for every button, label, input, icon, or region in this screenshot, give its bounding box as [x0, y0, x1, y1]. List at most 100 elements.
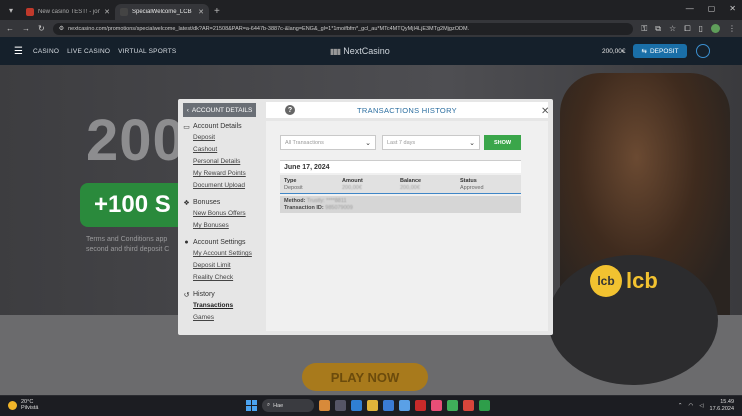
sidebar-group-account-details: ▭ Account Details Deposit Cashout Person… — [183, 121, 263, 192]
extensions-icon[interactable]: ⧠ — [684, 24, 690, 34]
show-button[interactable]: SHOW — [484, 135, 521, 150]
account-details-back-button[interactable]: ‹ ACCOUNT DETAILS — [183, 103, 256, 117]
lcb-text: lcb — [626, 268, 658, 293]
sidebar-item-cashout[interactable]: Cashout — [193, 144, 263, 156]
volume-icon[interactable]: ◁ — [699, 403, 703, 409]
sidebar-item-transactions[interactable]: Transactions — [193, 300, 263, 312]
sidebar-item-reward-points[interactable]: My Reward Points — [193, 168, 263, 180]
app-icon[interactable] — [431, 400, 442, 411]
sidebar-item-document-upload[interactable]: Document Upload — [193, 180, 263, 192]
sidebar-heading-label: History — [193, 291, 215, 298]
deposit-button[interactable]: ⇆ DEPOSIT — [633, 44, 687, 58]
sidebar-item-reality-check[interactable]: Reality Check — [193, 272, 263, 284]
sidebar-item-new-bonus-offers[interactable]: New Bonus Offers — [193, 208, 263, 220]
clock[interactable]: 15.49 17.6.2024 — [710, 399, 734, 412]
sidebar-heading-label: Account Settings — [193, 239, 246, 246]
site-info-icon[interactable]: ⚙ — [59, 25, 64, 32]
menu-search-icon[interactable]: ☰ — [14, 46, 23, 57]
sidebar-item-deposit-limit[interactable]: Deposit Limit — [193, 260, 263, 272]
maximize-icon[interactable]: ▢ — [708, 4, 716, 13]
bookmark-icon[interactable]: ☆ — [669, 24, 676, 33]
nav-live-casino[interactable]: LIVE CASINO — [67, 48, 110, 55]
mail-app-icon[interactable] — [383, 400, 394, 411]
store-app-icon[interactable] — [399, 400, 410, 411]
browser-toolbar: ← → ↻ ⚙ nextcasino.com/promotions/specia… — [0, 20, 742, 37]
account-modal: ‹ ACCOUNT DETAILS ▭ Account Details Depo… — [178, 99, 553, 335]
transaction-type-value: All Transactions — [285, 139, 324, 146]
sidebar-group-account-settings: ● Account Settings My Account Settings D… — [183, 237, 263, 284]
sidebar-item-games[interactable]: Games — [193, 312, 263, 324]
edge-app-icon[interactable] — [351, 400, 362, 411]
wifi-icon[interactable]: ◠ — [688, 403, 693, 409]
widgets-app-icon[interactable] — [319, 400, 330, 411]
play-now-button[interactable]: PLAY NOW — [302, 363, 428, 391]
sidebar-heading: ↺ History — [183, 289, 263, 300]
window-controls: — ▢ ✕ — [686, 4, 736, 13]
sidebar-heading-label: Account Details — [193, 123, 242, 130]
txid-label: Transaction ID: — [284, 204, 324, 211]
windows-start-icon[interactable] — [246, 400, 257, 411]
balance-amount: 200,00€ — [602, 48, 626, 55]
table-row[interactable]: Type Deposit Amount 200,00€ Balance 200,… — [280, 175, 521, 194]
sidebar-item-my-account-settings[interactable]: My Account Settings — [193, 248, 263, 260]
sidebar-item-deposit[interactable]: Deposit — [193, 132, 263, 144]
browser-tab-active[interactable]: SpecialWelcome_LCB ✕ — [115, 4, 209, 20]
minimize-icon[interactable]: — — [686, 4, 694, 13]
hero-amount: 200 — [86, 108, 186, 173]
translate-icon[interactable]: ⧉ — [655, 24, 661, 34]
sidebar-item-personal-details[interactable]: Personal Details — [193, 156, 263, 168]
sidebar-item-my-bonuses[interactable]: My Bonuses — [193, 220, 263, 232]
tray-chevron-icon[interactable]: ⌃ — [678, 403, 683, 409]
profile-avatar[interactable] — [711, 24, 720, 33]
chrome-app-icon[interactable] — [447, 400, 458, 411]
weather-widget[interactable]: 20°C Pilvistä — [8, 399, 38, 411]
vivaldi-app-icon[interactable] — [415, 400, 426, 411]
back-icon[interactable]: ← — [6, 24, 14, 33]
close-icon[interactable]: ✕ — [541, 106, 549, 117]
method-value: Trustly: ****8811 — [306, 198, 347, 204]
tab-close-icon[interactable]: ✕ — [104, 8, 110, 16]
browser-menu-icon[interactable]: ⋮ — [728, 24, 736, 33]
cell-value: 200,00€ — [400, 185, 420, 191]
explorer-app-icon[interactable] — [367, 400, 378, 411]
tab-close-icon[interactable]: ✕ — [198, 8, 204, 16]
new-tab-icon[interactable]: + — [214, 6, 220, 17]
lcb-mascot-icon: lcb — [590, 265, 622, 297]
deposit-icon: ⇆ — [641, 48, 647, 55]
txid-value: 985079009 — [325, 204, 353, 211]
nav-virtual-sports[interactable]: VIRTUAL SPORTS — [118, 48, 176, 55]
user-icon: ▭ — [183, 123, 190, 131]
excel-app-icon[interactable] — [479, 400, 490, 411]
column-header: Amount — [342, 178, 363, 184]
tab-title: New casino TEST! - jonvonliell — [38, 9, 101, 15]
period-value: Last 7 days — [387, 139, 416, 146]
weather-icon — [8, 400, 17, 410]
site-logo[interactable]: ▮▮▮ NextCasino — [330, 46, 390, 56]
account-sidebar: ▭ Account Details Deposit Cashout Person… — [183, 121, 263, 329]
address-bar[interactable]: ⚙ nextcasino.com/promotions/specialwelco… — [52, 22, 634, 35]
deposit-label: DEPOSIT — [649, 47, 679, 55]
chevron-left-icon: ‹ — [186, 106, 189, 114]
account-icon[interactable] — [696, 44, 710, 58]
period-select[interactable]: Last 7 days ⌄ — [382, 135, 480, 150]
nav-casino[interactable]: CASINO — [33, 48, 59, 55]
lcb-logo: lcb lcb — [590, 265, 658, 297]
browser-tab[interactable]: New casino TEST! - jonvonliell ✕ — [21, 4, 115, 20]
weather-text: 20°C Pilvistä — [21, 399, 38, 411]
reload-icon[interactable]: ↻ — [38, 24, 45, 33]
forward-icon[interactable]: → — [22, 24, 30, 33]
task-view-icon[interactable] — [335, 400, 346, 411]
sidepanel-icon[interactable]: ▯ — [699, 24, 703, 33]
tab-favicon — [120, 8, 128, 16]
logo-mark-icon: ▮▮▮ — [330, 46, 341, 56]
clock-date: 17.6.2024 — [709, 405, 734, 412]
column-header: Type — [284, 178, 297, 184]
tab-search-icon[interactable]: ▾ — [4, 3, 18, 17]
taskbar-search[interactable]: ⌕ Hae — [262, 399, 314, 412]
back-button-label: ACCOUNT DETAILS — [191, 106, 253, 114]
key-icon[interactable]: ⚿ — [641, 24, 647, 34]
transaction-type-select[interactable]: All Transactions ⌄ — [280, 135, 376, 150]
window-close-icon[interactable]: ✕ — [729, 4, 736, 13]
sidebar-heading: ● Account Settings — [183, 237, 263, 248]
opera-app-icon[interactable] — [463, 400, 474, 411]
